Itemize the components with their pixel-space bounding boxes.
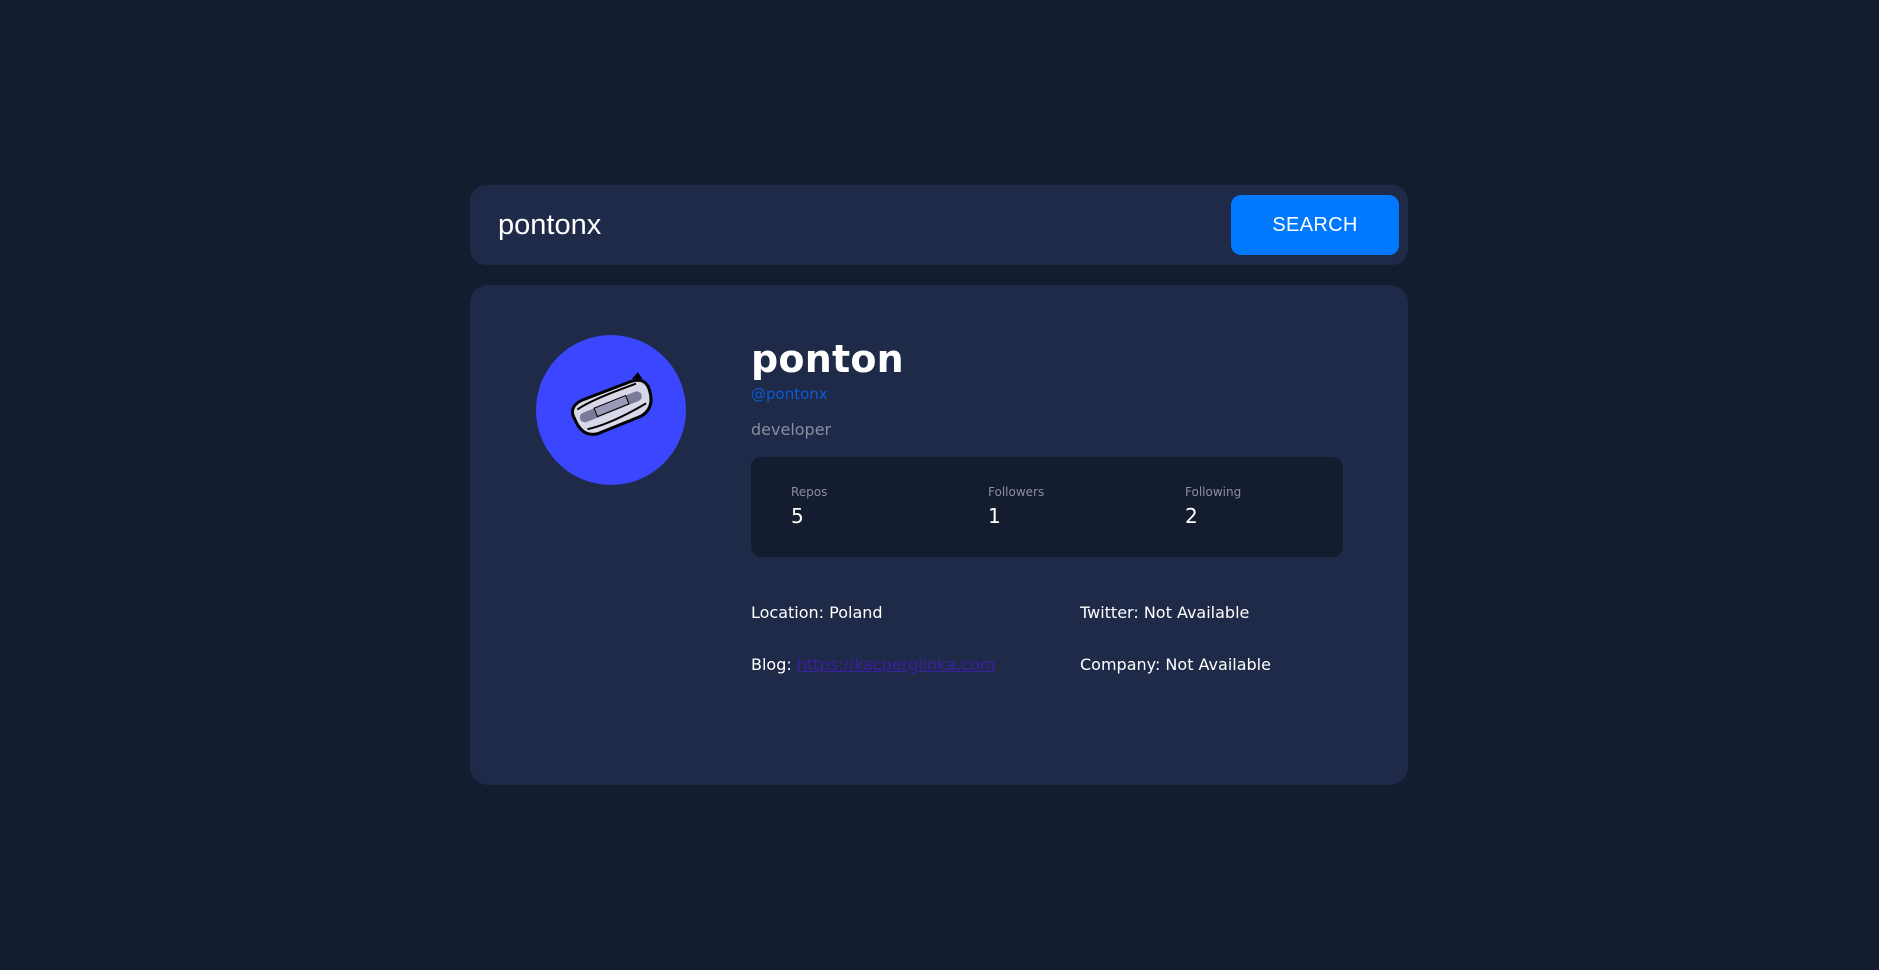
stat-label: Followers bbox=[988, 485, 1045, 499]
stat-label: Repos bbox=[791, 485, 828, 499]
profile-name: ponton bbox=[751, 337, 904, 381]
twitter-info: Twitter: Not Available bbox=[1080, 603, 1250, 622]
profile-login[interactable]: @pontonx bbox=[751, 385, 828, 403]
profile-card: ponton @pontonx developer Repos 5 Follow… bbox=[470, 285, 1408, 785]
blog-label: Blog: bbox=[751, 655, 792, 674]
location-info: Location: Poland bbox=[751, 603, 883, 622]
stat-value: 1 bbox=[988, 504, 1001, 528]
stat-following: Following 2 bbox=[1185, 485, 1241, 528]
avatar bbox=[536, 335, 686, 485]
profile-bio: developer bbox=[751, 420, 832, 439]
search-input[interactable] bbox=[498, 199, 1198, 251]
blog-link[interactable]: https://kacperglinka.com bbox=[797, 655, 995, 674]
stat-followers: Followers 1 bbox=[988, 485, 1044, 528]
stat-repos: Repos 5 bbox=[791, 485, 827, 528]
search-bar: SEARCH bbox=[470, 185, 1408, 265]
stat-value: 2 bbox=[1185, 504, 1198, 528]
company-info: Company: Not Available bbox=[1080, 655, 1271, 674]
blog-info: Blog: https://kacperglinka.com bbox=[751, 655, 995, 674]
stat-value: 5 bbox=[791, 504, 804, 528]
inflatable-boat-icon bbox=[571, 372, 653, 436]
stats-panel: Repos 5 Followers 1 Following 2 bbox=[751, 457, 1343, 557]
stat-label: Following bbox=[1185, 485, 1242, 499]
search-button[interactable]: SEARCH bbox=[1231, 195, 1399, 255]
